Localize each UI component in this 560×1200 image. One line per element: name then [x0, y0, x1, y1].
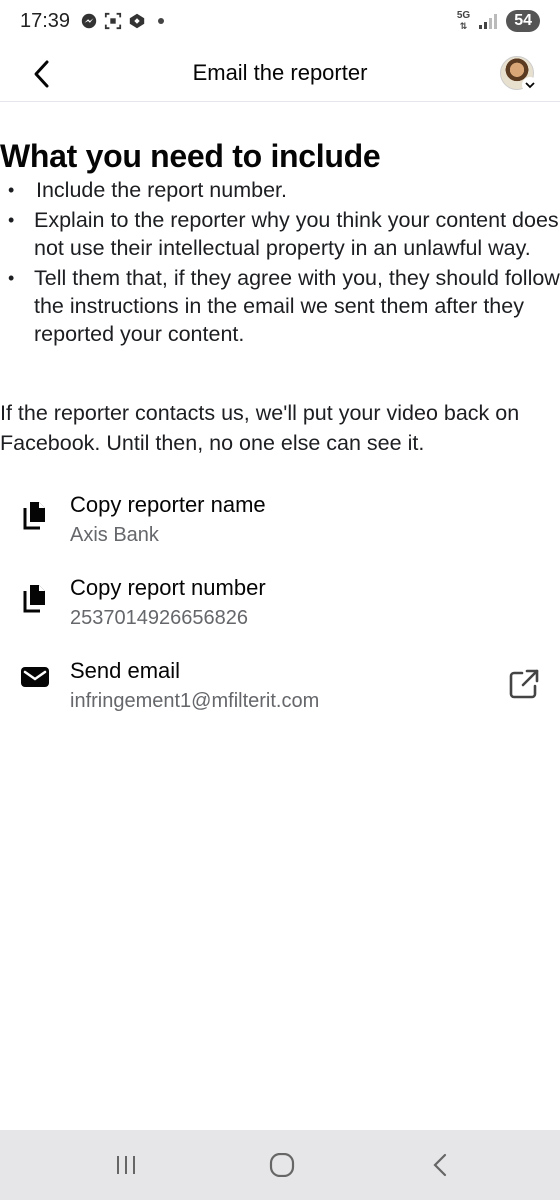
home-icon — [269, 1153, 295, 1177]
page-title: Email the reporter — [192, 60, 368, 85]
list-item: • Include the report number. — [8, 178, 287, 202]
copy-report-number-row[interactable]: Copy report number 2537014926656826 — [0, 575, 560, 641]
envelope-icon — [21, 667, 49, 687]
list-item: • Tell them that, if they agree with you,… — [8, 266, 560, 346]
system-back-button[interactable] — [420, 1148, 460, 1182]
copy-reporter-name-row[interactable]: Copy reporter name Axis Bank — [0, 492, 560, 558]
home-button[interactable] — [262, 1148, 302, 1182]
list-item-text: Explain to the reporter why you think yo… — [34, 208, 559, 260]
back-icon — [433, 1153, 447, 1177]
status-right: 5G ⇅ 54 — [457, 10, 540, 32]
action-label: Send email — [70, 658, 181, 683]
status-time: 17:39 — [20, 10, 71, 32]
list-item-text: Include the report number. — [36, 178, 287, 202]
network-indicator: 5G ⇅ — [456, 10, 471, 32]
copy-icon — [23, 585, 45, 613]
external-link-icon[interactable] — [506, 666, 542, 702]
screenshot-icon — [104, 12, 122, 30]
section-heading: What you need to include — [0, 138, 381, 174]
more-notifications-dot — [158, 18, 164, 24]
copy-icon — [23, 502, 45, 530]
signal-icon — [479, 14, 498, 29]
list-item-text: Tell them that, if they agree with you, … — [34, 266, 560, 346]
instructions-list: • Include the report number. • Explain to … — [0, 176, 560, 350]
app-header: Email the reporter — [0, 46, 560, 102]
action-label: Copy reporter name — [70, 492, 266, 517]
network-type: 5G — [456, 10, 471, 21]
recents-button[interactable] — [106, 1148, 146, 1182]
action-value: infringement1@mfilterit.com — [70, 690, 320, 712]
info-paragraph: If the reporter contacts us, we'll put y… — [0, 401, 520, 455]
messenger-icon — [81, 13, 97, 29]
recents-icon — [117, 1156, 135, 1174]
action-value: Axis Bank — [70, 524, 159, 546]
action-value: 2537014926656826 — [70, 607, 248, 629]
status-bar: 17:39 5G ⇅ 54 — [0, 0, 560, 46]
status-notification-icons — [80, 12, 164, 30]
profile-menu-button[interactable] — [500, 56, 538, 93]
action-label: Copy report number — [70, 575, 266, 600]
chevron-down-icon — [522, 77, 538, 93]
app-icon — [129, 13, 145, 29]
battery-indicator: 54 — [506, 10, 540, 32]
list-item: • Explain to the reporter why you think y… — [8, 208, 559, 260]
send-email-row[interactable]: Send email infringement1@mfilterit.com — [0, 658, 560, 724]
system-nav-bar — [0, 1130, 560, 1200]
